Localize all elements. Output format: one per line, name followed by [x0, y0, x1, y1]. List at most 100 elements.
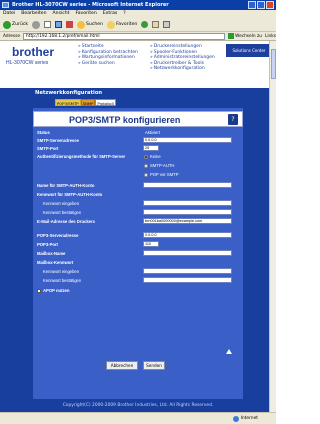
browser-toolbar: Zurück Suchen Favoriten — [0, 18, 276, 32]
search-icon — [77, 20, 86, 29]
menu-file[interactable]: Datei — [3, 10, 15, 18]
back-button[interactable]: Zurück — [3, 20, 28, 29]
config-panel: POP3/SMTP konfigurieren ? Status Aktivie… — [33, 108, 243, 399]
smtp-pw-enter-input[interactable] — [143, 200, 232, 206]
minimize-button[interactable] — [248, 1, 256, 9]
window-controls — [248, 1, 274, 9]
scrollbar-thumb[interactable] — [271, 49, 276, 79]
cancel-button[interactable]: Abbrechen — [106, 361, 138, 370]
page-footer: Copyright(C) 2000-2009 Brother Industrie… — [0, 399, 276, 412]
menu-view[interactable]: Ansicht — [53, 10, 70, 18]
smtp-auth-name-label: Name für SMTP-AUTH-Konto — [37, 183, 95, 188]
section-title: Netzwerkkonfiguration — [35, 90, 103, 96]
menu-tools[interactable]: Extras — [103, 10, 118, 18]
print-icon[interactable] — [163, 21, 171, 28]
vertical-scrollbar[interactable] — [269, 41, 276, 412]
panel-header: POP3/SMTP konfigurieren ? — [33, 111, 243, 127]
checkbox-icon — [37, 288, 41, 293]
mailbox-pw-enter-label: Kennwort eingeben — [43, 269, 80, 274]
page-content: brother HL-3070CW series Startseite Konf… — [0, 41, 276, 412]
smtp-pw-confirm-input[interactable] — [143, 209, 232, 215]
address-bar: Adresse http://192.168.1.2/pref/email.ht… — [0, 32, 276, 41]
nav-maintenance[interactable]: Wartungsinformationen — [78, 55, 138, 61]
status-bar: Internet — [0, 412, 276, 424]
smtp-auth-name-input[interactable] — [143, 182, 232, 188]
window-title: Brother HL-3070CW series - Microsoft Int… — [12, 2, 169, 8]
search-button[interactable]: Suchen — [77, 20, 103, 29]
left-sidebar — [0, 108, 33, 412]
tab-pop3-smtp[interactable]: POP3/SMTP — [55, 99, 81, 106]
mailbox-name-input[interactable] — [143, 250, 232, 256]
address-input[interactable]: http://192.168.1.2/pref/email.html — [23, 32, 226, 40]
mailbox-pw-enter-input[interactable] — [143, 268, 232, 274]
scroll-top-arrow-icon[interactable] — [226, 349, 232, 354]
tab-strip: POP3/SMTP SNMP Protokoll — [55, 99, 116, 106]
security-zone: Internet — [232, 413, 258, 424]
menu-edit[interactable]: Bearbeiten — [21, 10, 46, 18]
section-banner: Netzwerkkonfiguration POP3/SMTP SNMP Pro… — [0, 88, 276, 108]
printer-email-label: E-Mail-Adresse des Druckers — [37, 219, 95, 224]
smtp-auth-pw-label: Kennwort für SMTP-AUTH-Konto — [37, 192, 103, 197]
menu-favorites[interactable]: Favoriten — [75, 10, 96, 18]
pop3-port-label: POP3-Port — [37, 242, 58, 247]
smtp-port-input[interactable]: 25 — [143, 145, 159, 151]
radio-icon — [144, 163, 148, 168]
smtp-pw-enter-label: Kennwort eingeben — [43, 201, 80, 206]
nav-network-config[interactable]: Netzwerkkonfiguration — [150, 66, 215, 72]
nav-find-device[interactable]: Geräte suchen — [78, 61, 138, 67]
go-button[interactable]: Wechseln zu — [228, 33, 262, 39]
globe-icon — [232, 415, 239, 422]
auth-method-label: Authentifizierungsmethode für SMTP-Serve… — [37, 154, 126, 159]
radio-icon — [144, 172, 148, 177]
smtp-server-label: SMTP-Serveradresse — [37, 138, 79, 143]
history-icon[interactable] — [141, 21, 149, 28]
nav-admin[interactable]: Administratoreinstellungen — [150, 55, 215, 61]
send-button[interactable]: Senden — [143, 361, 165, 370]
refresh-icon[interactable] — [55, 21, 63, 28]
smtp-pw-confirm-label: Kennwort bestätigen — [43, 210, 82, 215]
forward-arrow-icon[interactable] — [32, 20, 41, 29]
solutions-center-link[interactable]: Solutions Center — [226, 44, 272, 57]
auth-pop-before-smtp-radio[interactable]: POP vor SMTP — [144, 172, 179, 177]
brother-logo[interactable]: brother — [12, 45, 54, 59]
pop3-server-label: POP3-Serveradresse — [37, 233, 79, 238]
help-icon[interactable]: ? — [228, 114, 238, 125]
back-arrow-icon — [3, 20, 11, 29]
smtp-server-input[interactable]: 0.0.0.0 — [143, 137, 232, 143]
menu-bar: Datei Bearbeiten Ansicht Favoriten Extra… — [0, 10, 276, 18]
status-value: Aktiviert — [145, 130, 160, 135]
tab-snmp[interactable]: SNMP — [80, 99, 96, 106]
star-icon — [107, 20, 116, 29]
window-titlebar: Brother HL-3070CW series - Microsoft Int… — [0, 0, 276, 10]
nav-right: Druckereinstellungen Spooler-Funktionen … — [150, 44, 215, 72]
status-label: Status — [37, 130, 50, 135]
mailbox-pw-confirm-input[interactable] — [143, 277, 232, 283]
pop3-server-input[interactable]: 0.0.0.0 — [143, 232, 232, 238]
mailbox-pw-confirm-label: Kennwort bestätigen — [43, 278, 82, 283]
printer-email-input[interactable]: brn001ba0000000@example.com — [143, 218, 232, 224]
pop3-port-input[interactable]: 110 — [143, 241, 159, 247]
smtp-port-label: SMTP-Port — [37, 146, 59, 151]
mail-icon[interactable] — [152, 21, 160, 28]
address-label: Adresse — [3, 33, 21, 39]
links-label[interactable]: Links — [265, 34, 276, 39]
mailbox-pw-label: Mailbox-Kennwort — [37, 260, 74, 265]
page-header: brother HL-3070CW series Startseite Konf… — [0, 41, 276, 88]
close-button[interactable] — [266, 1, 274, 9]
radio-selected-icon — [144, 154, 148, 159]
model-name: HL-3070CW series — [6, 60, 49, 66]
panel-title: POP3/SMTP konfigurieren — [69, 115, 181, 125]
go-arrow-icon — [228, 33, 235, 39]
tab-protocol[interactable]: Protokoll — [95, 99, 116, 106]
auth-smtp-auth-radio[interactable]: SMTP-AUTH — [144, 163, 174, 168]
home-icon[interactable] — [66, 21, 74, 28]
menu-help[interactable]: ? — [123, 10, 125, 18]
nav-left: Startseite Konfiguration betrachten Wart… — [78, 44, 138, 66]
stop-icon[interactable] — [44, 21, 52, 28]
mailbox-name-label: Mailbox-Name — [37, 251, 66, 256]
maximize-button[interactable] — [257, 1, 265, 9]
favorites-button[interactable]: Favoriten — [107, 20, 137, 29]
ie-icon — [2, 2, 9, 8]
apop-checkbox[interactable]: APOP nutzen — [37, 288, 69, 293]
auth-none-radio[interactable]: Keine — [144, 154, 161, 159]
